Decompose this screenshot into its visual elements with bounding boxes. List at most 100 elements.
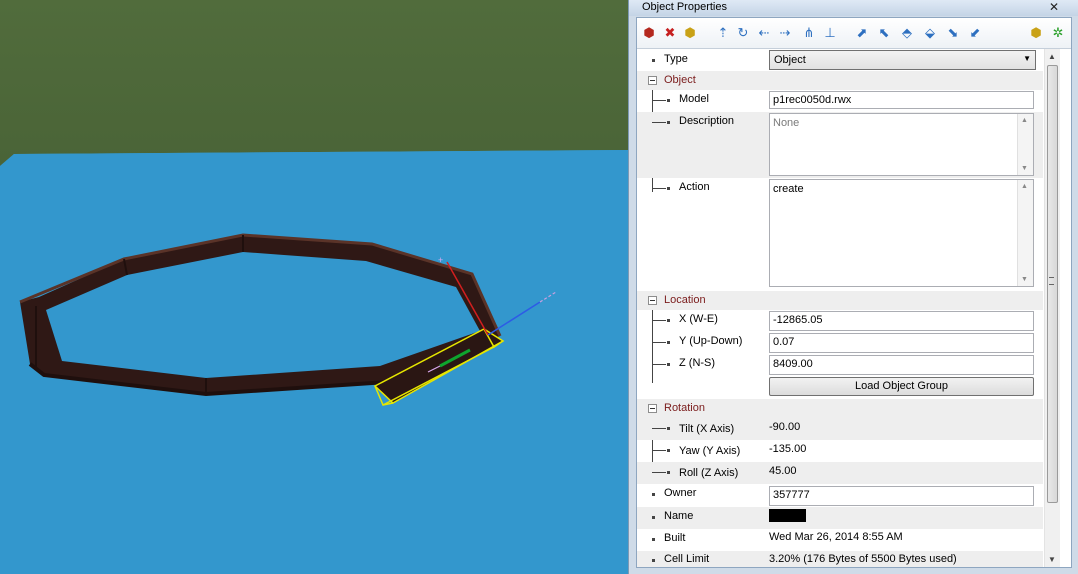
collapse-icon[interactable] [648,76,657,85]
load-object-group-button[interactable]: Load Object Group [769,377,1034,396]
cell-limit-label: Cell Limit [664,553,710,565]
bullet-icon [667,427,670,430]
x-input[interactable]: -12865.05 [769,311,1034,331]
description-textarea[interactable]: None ▲ ▼ [769,113,1034,176]
bullet-icon [652,516,655,519]
name-label: Name [664,510,694,522]
scrollbar[interactable]: ▲ ▼ [1017,180,1033,286]
category-rotation-label: Rotation [664,402,705,414]
snap-icon[interactable]: ⬈ [854,25,870,41]
scroll-up-icon[interactable]: ▲ [1048,52,1056,61]
type-value: Object [774,54,806,66]
info-icon[interactable]: ⬢ [1028,25,1044,41]
build-icon[interactable]: ⬢ [641,25,657,41]
toolbar: ⬢ ✖ ⬢ ⇡ ↻ ⇠ ⇢ ⋔ ⊥ ⬈ ⬉ ⬘ ⬙ ⬊ ⬋ ⬢ ✲ [637,18,1071,49]
model-input[interactable]: p1rec0050d.rwx [769,91,1034,109]
category-object[interactable]: Object [637,71,1043,90]
tilt-value: -90.00 [769,421,801,433]
scroll-down-icon[interactable]: ▼ [1048,555,1056,564]
select-icon[interactable]: ⬢ [682,25,698,41]
yaw-label: Yaw (Y Axis) [679,445,741,457]
move-north-icon[interactable]: ⇡ [715,25,731,41]
row-type: Type Object ▼ [637,49,1043,71]
row-cell-limit: Cell Limit 3.20% (176 Bytes of 5500 Byte… [637,551,1043,567]
yaw-value: -135.00 [769,443,807,455]
title-bar[interactable]: Object Properties ✕ [629,0,1078,16]
align-icon[interactable]: ⬉ [876,25,892,41]
collapse-icon[interactable] [648,296,657,305]
bullet-icon [667,121,670,124]
owner-input[interactable]: 357777 [769,486,1034,506]
object-properties-window: Object Properties ✕ ⬢ ✖ ⬢ ⇡ ↻ ⇠ ⇢ ⋔ ⊥ ⬈ … [628,0,1078,574]
row-action: Action create ▲ ▼ [637,178,1043,308]
built-label: Built [664,532,686,544]
row-description: Description None ▲ ▼ [637,112,1043,178]
action-label: Action [679,181,710,193]
paste-icon[interactable]: ⬊ [945,25,961,41]
move-right-icon[interactable]: ⇢ [777,25,793,41]
scene: + [0,0,628,574]
type-select[interactable]: Object ▼ [769,50,1036,70]
roll-value: 45.00 [769,465,797,477]
bullet-icon [667,99,670,102]
row-owner: Owner 357777 [637,484,1043,506]
terrain-grass [0,0,628,166]
bullet-icon [667,187,670,190]
category-location[interactable]: Location [637,291,1043,310]
row-name: Name [637,507,1043,529]
settings-icon[interactable]: ✲ [1050,25,1066,41]
row-roll: Roll (Z Axis) 45.00 [637,462,1043,484]
bullet-icon [652,559,655,562]
bullet-icon [667,471,670,474]
undo-icon[interactable]: ⬋ [967,25,983,41]
window-title: Object Properties [642,1,727,13]
delete-icon[interactable]: ✖ [662,25,678,41]
bullet-icon [652,59,655,62]
x-label: X (W-E) [679,313,718,325]
bullet-icon [652,538,655,541]
properties-panel: ⬢ ✖ ⬢ ⇡ ↻ ⇠ ⇢ ⋔ ⊥ ⬈ ⬉ ⬘ ⬙ ⬊ ⬋ ⬢ ✲ Type O… [636,17,1072,568]
row-built: Built Wed Mar 26, 2014 8:55 AM [637,529,1043,551]
category-object-label: Object [664,74,696,86]
name-redacted [769,509,806,522]
property-grid: Type Object ▼ Object Model p1rec0050d.rw… [637,49,1043,567]
move-left-icon[interactable]: ⇠ [756,25,772,41]
row-z: Z (N-S) 8409.00 [637,354,1043,376]
tilt-icon[interactable]: ⋔ [801,25,817,41]
built-value: Wed Mar 26, 2014 8:55 AM [769,531,903,543]
bullet-icon [667,319,670,322]
category-location-label: Location [664,294,706,306]
bullet-icon [667,449,670,452]
collapse-icon[interactable] [648,404,657,413]
owner-label: Owner [664,487,697,499]
action-value: create [773,183,804,195]
y-input[interactable]: 0.07 [769,333,1034,353]
model-label: Model [679,93,709,105]
rotate-icon[interactable]: ↻ [735,25,751,41]
row-model: Model p1rec0050d.rwx [637,90,1043,112]
row-y: Y (Up-Down) 0.07 [637,332,1043,354]
group-icon[interactable]: ⬙ [922,25,938,41]
bullet-icon [652,493,655,496]
category-rotation[interactable]: Rotation [637,399,1043,418]
row-yaw: Yaw (Y Axis) -135.00 [637,440,1043,462]
type-label: Type [664,53,688,65]
row-load-group: Load Object Group [637,376,1043,398]
cell-limit-value: 3.20% (176 Bytes of 5500 Bytes used) [769,553,957,565]
z-input[interactable]: 8409.00 [769,355,1034,375]
bullet-icon [667,363,670,366]
chevron-down-icon: ▼ [1023,54,1031,63]
bullet-icon [667,341,670,344]
description-label: Description [679,115,735,127]
action-textarea[interactable]: create ▲ ▼ [769,179,1034,287]
row-x: X (W-E) -12865.05 [637,310,1043,332]
tilt-label: Tilt (X Axis) [679,423,735,435]
lower-icon[interactable]: ⊥ [822,25,838,41]
vertical-scrollbar[interactable]: ▲ ▼ [1044,49,1060,567]
y-label: Y (Up-Down) [679,335,743,347]
3d-viewport[interactable]: + [0,0,628,574]
close-icon[interactable]: ✕ [1047,0,1061,14]
scrollbar[interactable]: ▲ ▼ [1017,114,1033,175]
copy-icon[interactable]: ⬘ [899,25,915,41]
svg-text:+: + [438,255,443,265]
